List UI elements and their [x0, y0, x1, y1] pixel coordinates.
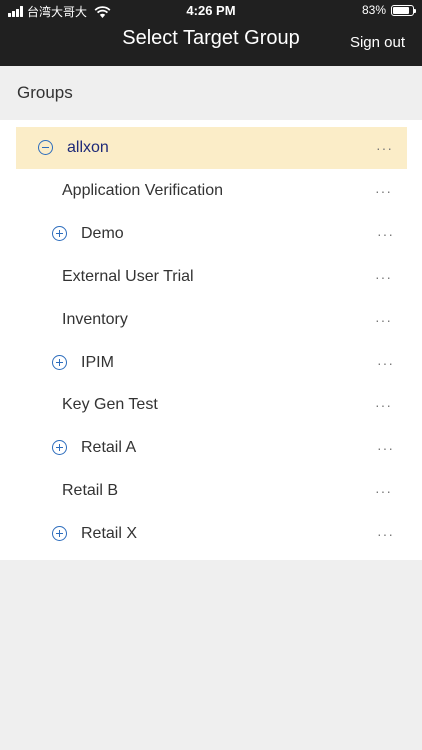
more-options-icon[interactable]: ··· — [377, 353, 394, 373]
group-label: Inventory — [62, 311, 128, 328]
collapse-icon[interactable] — [38, 140, 53, 155]
group-list: allxon ··· Application Verification ··· … — [0, 120, 422, 560]
group-label: Key Gen Test — [62, 396, 158, 413]
group-row-external-user-trial[interactable]: External User Trial ··· — [0, 256, 422, 298]
group-label: External User Trial — [62, 268, 194, 285]
more-options-icon[interactable]: ··· — [375, 267, 392, 287]
expand-icon[interactable] — [52, 355, 67, 370]
more-options-icon[interactable]: ··· — [376, 138, 393, 158]
more-options-icon[interactable]: ··· — [375, 395, 392, 415]
group-label: allxon — [67, 139, 109, 156]
battery-icon — [391, 4, 416, 16]
battery-fill — [393, 6, 409, 14]
header: 台湾大哥大 4:26 PM 83% Select Target Group Si… — [0, 0, 422, 66]
group-row-key-gen-test[interactable]: Key Gen Test ··· — [0, 384, 422, 426]
more-options-icon[interactable]: ··· — [377, 224, 394, 244]
more-options-icon[interactable]: ··· — [377, 438, 394, 458]
group-row-retail-b[interactable]: Retail B ··· — [0, 470, 422, 512]
group-row-retail-a[interactable]: Retail A ··· — [0, 427, 422, 469]
battery-percent: 83% — [361, 3, 386, 17]
sign-out-button[interactable]: Sign out — [350, 34, 405, 51]
group-row-demo[interactable]: Demo ··· — [0, 213, 422, 255]
groups-label: Groups — [17, 83, 73, 102]
expand-icon[interactable] — [52, 526, 67, 541]
group-label: Retail A — [81, 439, 137, 456]
expand-icon[interactable] — [52, 440, 67, 455]
more-options-icon[interactable]: ··· — [375, 310, 392, 330]
group-row-inventory[interactable]: Inventory ··· — [0, 299, 422, 341]
groups-section-header: Groups — [0, 66, 422, 120]
group-label: Application Verification — [62, 182, 223, 199]
group-label: IPIM — [81, 354, 114, 371]
group-label: Demo — [81, 225, 124, 242]
more-options-icon[interactable]: ··· — [375, 481, 392, 501]
group-label: Retail X — [81, 525, 138, 542]
group-row-retail-x[interactable]: Retail X ··· — [0, 513, 422, 555]
app-screen: 台湾大哥大 4:26 PM 83% Select Target Group Si… — [0, 0, 422, 750]
group-label: Retail B — [62, 482, 119, 499]
status-bar: 台湾大哥大 4:26 PM 83% — [0, 0, 422, 22]
more-options-icon[interactable]: ··· — [377, 524, 394, 544]
more-options-icon[interactable]: ··· — [375, 181, 392, 201]
group-row-ipim[interactable]: IPIM ··· — [0, 342, 422, 384]
status-time: 4:26 PM — [186, 3, 236, 18]
group-row-application-verification[interactable]: Application Verification ··· — [0, 170, 422, 212]
group-row-allxon[interactable]: allxon ··· — [16, 127, 407, 169]
expand-icon[interactable] — [52, 226, 67, 241]
status-right: 83% — [361, 3, 416, 17]
